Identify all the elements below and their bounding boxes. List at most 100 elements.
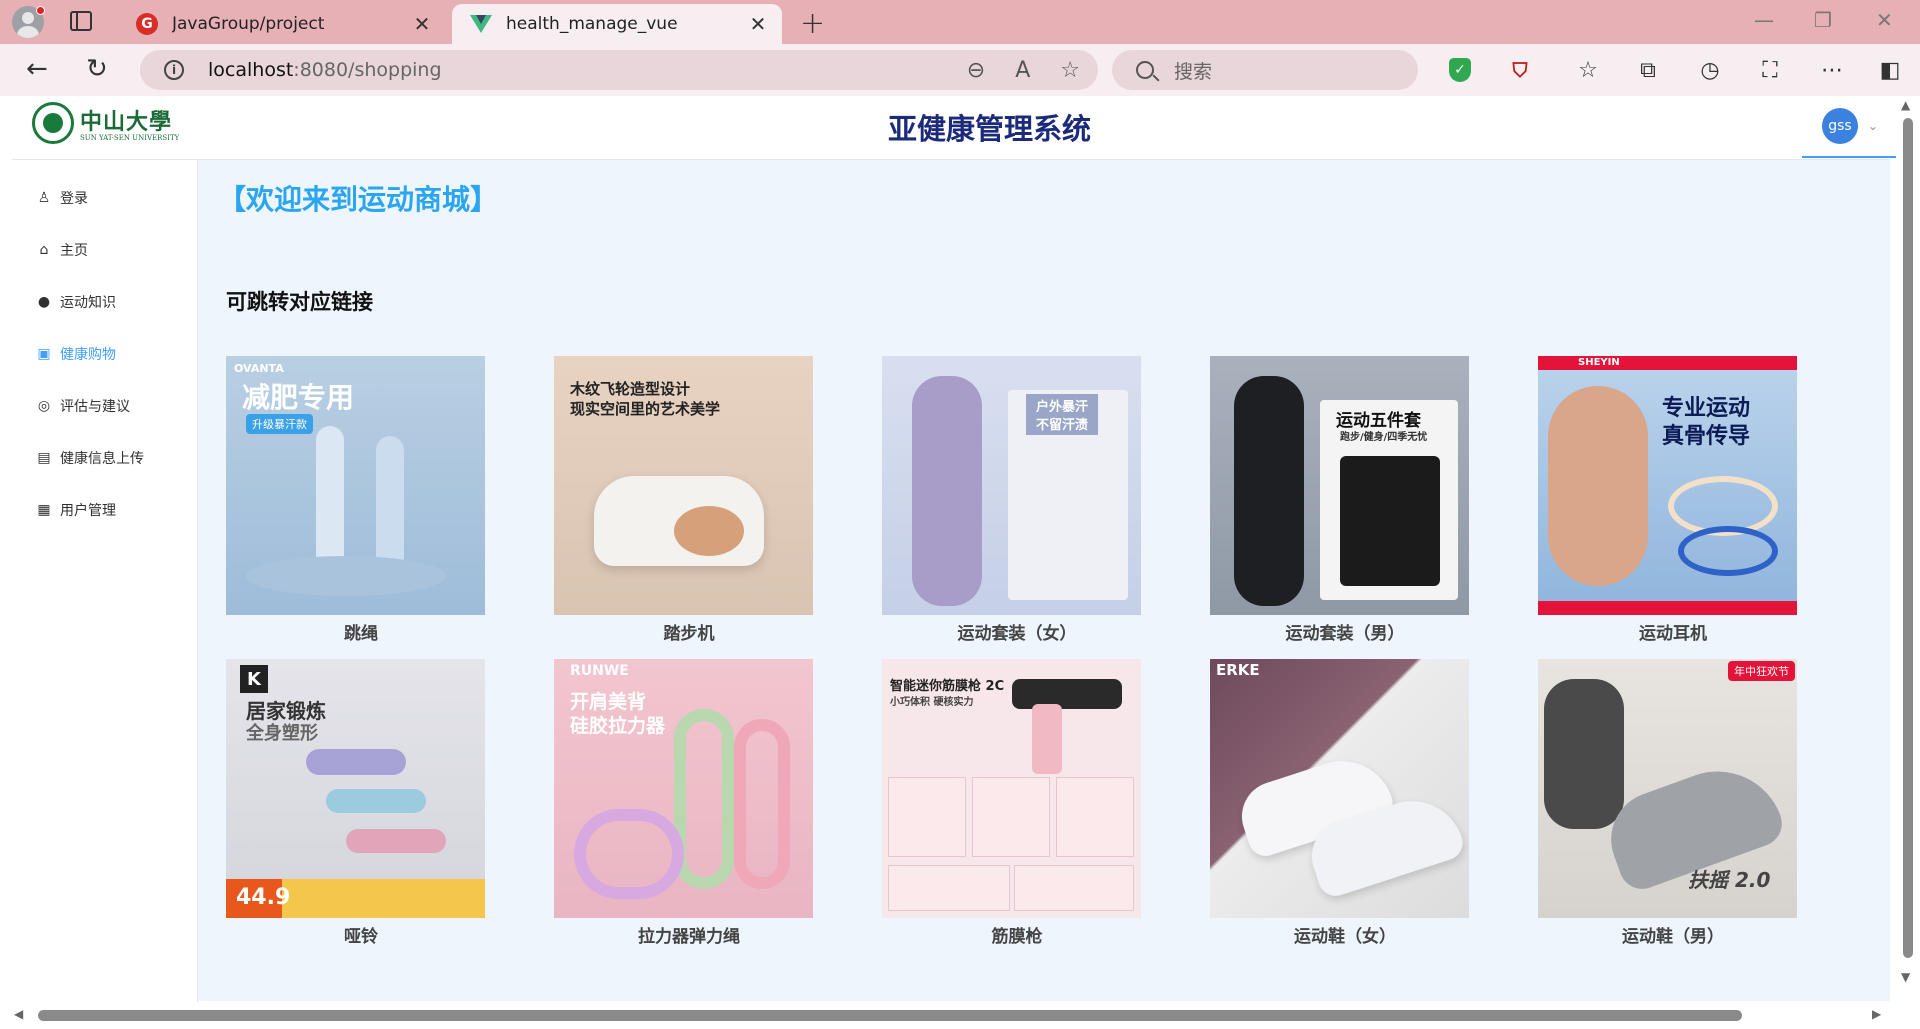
product-name[interactable]: 拉力器弹力绳 <box>554 922 824 947</box>
extension-shield-icon[interactable]: ✓ <box>1446 56 1474 84</box>
favorites-icon[interactable]: ☆ <box>1574 56 1602 84</box>
favorite-star-icon[interactable]: ☆ <box>1060 58 1080 83</box>
mcafee-extension-icon[interactable]: ⛉ <box>1506 56 1534 84</box>
vue-icon <box>470 15 492 33</box>
sidebar-item-home[interactable]: ⌂ 主页 <box>12 224 197 276</box>
sidebar-item-label: 健康购物 <box>60 347 116 363</box>
product-image[interactable]: 运动五件套 跑步/健身/四季无忧 <box>1210 356 1469 615</box>
sidebar-item-health-upload[interactable]: ▤ 健康信息上传 <box>12 432 197 484</box>
scroll-left-icon[interactable]: ◀ <box>14 1007 23 1021</box>
product-name[interactable]: 运动鞋（女） <box>1210 922 1480 947</box>
screenshot-icon[interactable]: ⛶ <box>1756 56 1784 84</box>
product-card-sports-earphones[interactable]: SHEYIN 专业运动 真骨传导 运动耳机 <box>1538 356 1798 644</box>
product-name[interactable]: 运动套装（男） <box>1210 619 1480 644</box>
more-menu-icon[interactable]: ⋯ <box>1818 56 1846 84</box>
home-icon: ⌂ <box>39 242 49 258</box>
tab-title: health_manage_vue <box>506 14 678 34</box>
product-name[interactable]: 筋膜枪 <box>882 922 1152 947</box>
vertical-scrollbar[interactable]: ▲ ▼ <box>1896 96 1920 1002</box>
product-image[interactable]: 木纹飞轮造型设计 现实空间里的艺术美学 <box>554 356 813 615</box>
product-name[interactable]: 跳绳 <box>226 619 496 644</box>
main-content: 【欢迎来到运动商城】 可跳转对应链接 OVANTA 减肥专用 升级暴汗款 跳绳 … <box>198 160 1890 1001</box>
product-image[interactable]: SHEYIN 专业运动 真骨传导 <box>1538 356 1797 615</box>
brand-label: ERKE <box>1216 661 1260 679</box>
brand-label: SHEYIN <box>1578 357 1620 368</box>
notebook-icon: ▦ <box>37 502 51 518</box>
product-image-text: 智能迷你筋膜枪 2C <box>890 679 1005 694</box>
product-name[interactable]: 运动鞋（男） <box>1538 922 1808 947</box>
minimize-icon[interactable]: — <box>1754 8 1774 32</box>
read-aloud-icon[interactable]: A <box>1015 58 1030 83</box>
refresh-icon[interactable]: ↻ <box>86 56 108 82</box>
product-card-mens-shoes[interactable]: 年中狂欢节 扶摇 2.0 运动鞋（男） <box>1538 659 1798 947</box>
close-tab-icon[interactable]: ✕ <box>746 12 770 36</box>
product-image[interactable]: ERKE <box>1210 659 1469 918</box>
section-subtitle: 可跳转对应链接 <box>226 290 373 314</box>
chevron-down-icon[interactable]: ⌄ <box>1868 119 1878 133</box>
restore-icon[interactable]: ❐ <box>1814 8 1832 32</box>
sidebar-item-label: 健康信息上传 <box>60 451 144 467</box>
close-tab-icon[interactable]: ✕ <box>410 12 434 36</box>
tab-title: JavaGroup/project <box>172 14 325 34</box>
url-path: :8080/shopping <box>293 59 442 81</box>
sidebar-item-label: 登录 <box>60 191 88 207</box>
address-bar[interactable]: i localhost:8080/shopping ⊖ A ☆ <box>140 50 1098 90</box>
browser-tab-javagroup[interactable]: G JavaGroup/project ✕ <box>124 4 446 44</box>
scroll-down-icon[interactable]: ▼ <box>1901 970 1910 984</box>
browser-toolbar: ← ↻ i localhost:8080/shopping ⊖ A ☆ 搜索 ✓… <box>0 44 1920 96</box>
sidebar-item-exercise-knowledge[interactable]: ● 运动知识 <box>12 276 197 328</box>
horizontal-scrollbar[interactable]: ◀ ▶ <box>0 1002 1920 1029</box>
browser-tab-bar: G JavaGroup/project ✕ health_manage_vue … <box>0 0 1920 44</box>
brand-logo-icon: K <box>240 665 268 693</box>
product-image[interactable]: 年中狂欢节 扶摇 2.0 <box>1538 659 1797 918</box>
brand-label: OVANTA <box>234 362 284 375</box>
scroll-up-icon[interactable]: ▲ <box>1901 98 1910 112</box>
product-card-mens-sportswear[interactable]: 运动五件套 跑步/健身/四季无忧 运动套装（男） <box>1210 356 1470 644</box>
history-icon[interactable]: ◷ <box>1696 56 1724 84</box>
sidebar-item-assessment[interactable]: ◎ 评估与建议 <box>12 380 197 432</box>
app-header: 中山大學 SUN YAT-SEN UNIVERSITY 亚健康管理系统 gss … <box>12 96 1902 160</box>
product-card-womens-sportswear[interactable]: 户外暴汗 不留汗渍 运动套装（女） <box>882 356 1142 644</box>
site-info-icon[interactable]: i <box>164 60 184 80</box>
product-name[interactable]: 运动套装（女） <box>882 619 1152 644</box>
sidebar-toggle-icon[interactable]: ◧ <box>1876 56 1904 84</box>
sidebar-menu: ♙ 登录 ⌂ 主页 ● 运动知识 ▣ 健康购物 ◎ 评估与建议 ▤ 健康信息上传… <box>12 160 198 1029</box>
browser-search-box[interactable]: 搜索 <box>1112 50 1418 90</box>
collections-icon[interactable]: ⧉ <box>1634 56 1662 84</box>
back-arrow-icon[interactable]: ← <box>26 56 48 82</box>
product-name[interactable]: 哑铃 <box>226 922 496 947</box>
product-card-jump-rope[interactable]: OVANTA 减肥专用 升级暴汗款 跳绳 <box>226 356 486 644</box>
zoom-out-icon[interactable]: ⊖ <box>967 58 985 83</box>
close-window-icon[interactable]: ✕ <box>1876 8 1893 32</box>
scrollbar-thumb[interactable] <box>38 1010 1742 1021</box>
browser-tab-health-manage[interactable]: health_manage_vue ✕ <box>452 4 782 44</box>
product-card-womens-shoes[interactable]: ERKE 运动鞋（女） <box>1210 659 1470 947</box>
url-host: localhost <box>208 59 294 81</box>
sidebar-item-label: 评估与建议 <box>60 399 130 415</box>
product-name[interactable]: 运动耳机 <box>1538 619 1808 644</box>
product-image[interactable]: 智能迷你筋膜枪 2C 小巧体积 硬核实力 <box>882 659 1141 918</box>
sidebar-item-user-management[interactable]: ▦ 用户管理 <box>12 484 197 536</box>
sidebar-item-health-shopping[interactable]: ▣ 健康购物 <box>12 328 197 380</box>
product-image[interactable]: K 居家锻炼 全身塑形 44.9 <box>226 659 485 918</box>
product-image[interactable]: RUNWE 开肩美背 硅胶拉力器 <box>554 659 813 918</box>
gitee-icon: G <box>136 13 158 35</box>
product-name[interactable]: 踏步机 <box>554 619 824 644</box>
tab-actions-icon[interactable] <box>70 11 92 31</box>
scroll-right-icon[interactable]: ▶ <box>1872 1007 1881 1021</box>
user-icon: ♙ <box>37 190 51 206</box>
new-tab-button[interactable]: + <box>800 6 825 41</box>
product-card-resistance-band[interactable]: RUNWE 开肩美背 硅胶拉力器 拉力器弹力绳 <box>554 659 814 947</box>
product-image-tag: 年中狂欢节 <box>1728 661 1795 681</box>
product-image-text-2: 不留汗渍 <box>1026 412 1099 435</box>
avatar[interactable]: gss <box>1822 108 1858 144</box>
user-dropdown[interactable]: gss ⌄ <box>1802 96 1902 158</box>
product-card-massage-gun[interactable]: 智能迷你筋膜枪 2C 小巧体积 硬核实力 筋膜枪 <box>882 659 1142 947</box>
product-image-tag: 升级暴汗款 <box>246 414 313 434</box>
product-image[interactable]: OVANTA 减肥专用 升级暴汗款 <box>226 356 485 615</box>
sidebar-item-login[interactable]: ♙ 登录 <box>12 172 197 224</box>
product-card-dumbbell[interactable]: K 居家锻炼 全身塑形 44.9 哑铃 <box>226 659 486 947</box>
scrollbar-thumb[interactable] <box>1903 118 1913 958</box>
product-card-stepper[interactable]: 木纹飞轮造型设计 现实空间里的艺术美学 踏步机 <box>554 356 814 644</box>
product-image[interactable]: 户外暴汗 不留汗渍 <box>882 356 1141 615</box>
